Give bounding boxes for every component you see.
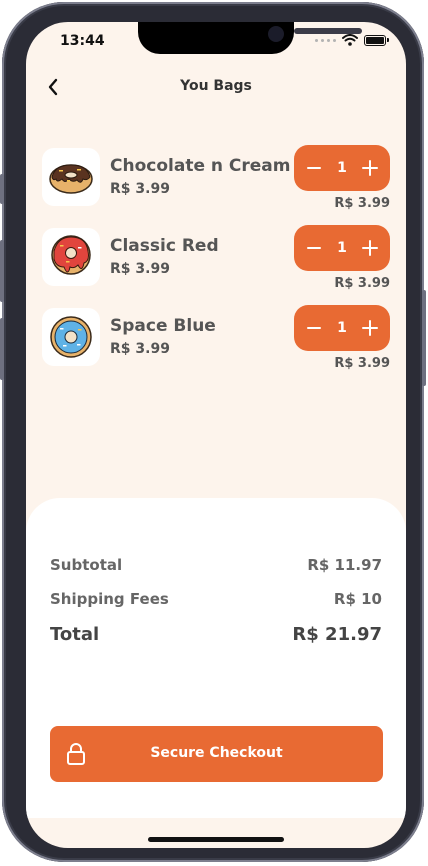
cart-item: Space Blue R$ 3.99 1 R$ 3.99 — [42, 305, 390, 371]
item-name: Classic Red — [110, 236, 219, 256]
minus-icon — [307, 327, 321, 329]
page-title: You Bags — [180, 78, 252, 94]
cart-item: Classic Red R$ 3.99 1 R$ 3.99 — [42, 225, 390, 291]
shipping-value: R$ 10 — [333, 590, 382, 608]
checkout-label: Secure Checkout — [150, 745, 283, 761]
decrease-quantity-button[interactable] — [302, 236, 326, 260]
status-time: 13:44 — [60, 33, 105, 49]
notch — [138, 22, 362, 54]
shipping-label: Shipping Fees — [50, 590, 169, 608]
volume-up-button — [0, 240, 4, 302]
subtotal-label: Subtotal — [50, 556, 123, 574]
subtotal-value: R$ 11.97 — [307, 556, 382, 574]
signal-dots-icon — [315, 38, 336, 42]
quantity-stepper: 1 — [294, 225, 390, 271]
battery-icon — [364, 34, 389, 46]
blue-donut-icon — [50, 316, 92, 358]
increase-quantity-button[interactable] — [358, 236, 382, 260]
subtotal-row: Subtotal R$ 11.97 — [50, 556, 382, 574]
front-camera — [268, 26, 284, 42]
wifi-icon — [342, 34, 358, 46]
cart-item: Chocolate n Cream R$ 3.99 1 R$ 3.99 — [42, 145, 390, 211]
plus-icon — [362, 160, 378, 176]
item-thumbnail — [42, 308, 100, 366]
item-line-total: R$ 3.99 — [334, 356, 390, 371]
item-name: Space Blue — [110, 316, 216, 336]
item-price: R$ 3.99 — [110, 261, 170, 277]
total-row: Total R$ 21.97 — [50, 624, 382, 645]
item-line-total: R$ 3.99 — [334, 276, 390, 291]
red-donut-icon — [51, 235, 91, 275]
decrease-quantity-button[interactable] — [302, 316, 326, 340]
quantity-stepper: 1 — [294, 305, 390, 351]
minus-icon — [307, 247, 321, 249]
item-name: Chocolate n Cream — [110, 156, 291, 176]
shipping-row: Shipping Fees R$ 10 — [50, 590, 382, 608]
app-screen: 13:44 You Bags Chocolate n Cream R$ 3.99… — [26, 22, 406, 848]
item-price: R$ 3.99 — [110, 181, 170, 197]
plus-icon — [362, 240, 378, 256]
minus-icon — [307, 167, 321, 169]
home-indicator — [148, 837, 284, 842]
power-button — [422, 290, 426, 386]
phone-frame: 13:44 You Bags Chocolate n Cream R$ 3.99… — [0, 2, 426, 862]
total-label: Total — [50, 624, 100, 645]
secure-checkout-button[interactable]: Secure Checkout — [50, 726, 383, 782]
status-icons — [315, 34, 389, 46]
quantity-stepper: 1 — [294, 145, 390, 191]
mute-switch — [0, 174, 4, 204]
item-price: R$ 3.99 — [110, 341, 170, 357]
total-value: R$ 21.97 — [292, 624, 382, 645]
volume-down-button — [0, 318, 4, 380]
quantity-value: 1 — [337, 240, 347, 256]
increase-quantity-button[interactable] — [358, 156, 382, 180]
quantity-value: 1 — [337, 320, 347, 336]
chocolate-donut-icon — [49, 164, 93, 194]
plus-icon — [362, 320, 378, 336]
quantity-value: 1 — [337, 160, 347, 176]
decrease-quantity-button[interactable] — [302, 156, 326, 180]
item-thumbnail — [42, 228, 100, 286]
item-line-total: R$ 3.99 — [334, 196, 390, 211]
item-thumbnail — [42, 148, 100, 206]
increase-quantity-button[interactable] — [358, 316, 382, 340]
